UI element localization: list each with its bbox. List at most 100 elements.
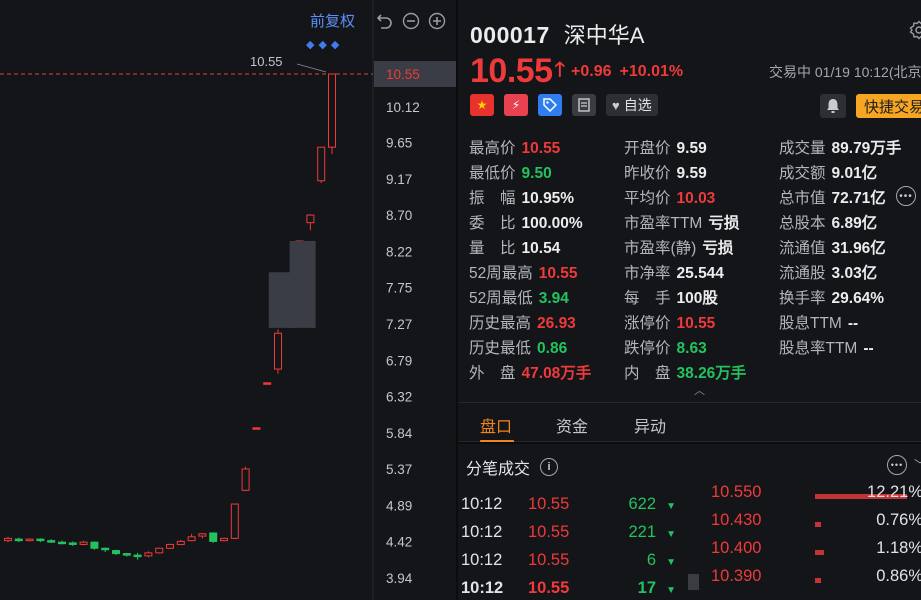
- stat-item: 最高价 10.55: [469, 136, 560, 158]
- distribution-bar: [815, 578, 821, 583]
- tag-row: ★ ⚡ ♥ 自选: [470, 94, 658, 116]
- alert-bell-icon[interactable]: [820, 94, 846, 118]
- candle-body: [263, 382, 272, 385]
- price-axis-tick: 5.84: [386, 426, 413, 441]
- candle-body: [176, 540, 185, 545]
- price-change: +0.96: [571, 62, 612, 80]
- stat-value: 10.54: [521, 240, 561, 257]
- stat-item: 52周最高 10.55: [469, 261, 578, 283]
- stat-value: 3.03亿: [831, 265, 878, 282]
- scrollbar-thumb[interactable]: [688, 574, 699, 590]
- candle-body: [36, 538, 45, 542]
- tick-row[interactable]: 10:12 10.55 622 ▼: [458, 495, 688, 523]
- stat-value: 38.26万手: [676, 365, 747, 382]
- tick-time: 10:12: [461, 495, 503, 513]
- tick-more-icon[interactable]: •••: [887, 455, 907, 475]
- tick-row[interactable]: 10:12 10.55 17 ▼: [458, 579, 688, 600]
- stock-name: 深中华A: [563, 23, 645, 48]
- stat-item: 量 比 10.54: [469, 236, 560, 258]
- stat-item: 开盘价 9.59: [624, 136, 707, 158]
- price-axis-tick: 10.12: [386, 100, 420, 115]
- candle-body: [14, 538, 23, 542]
- collapse-chevron-icon[interactable]: ︿: [694, 382, 705, 398]
- tick-row[interactable]: 10:12 10.55 6 ▼: [458, 551, 688, 579]
- stat-label: 换手率: [779, 290, 826, 307]
- tick-row[interactable]: 10:12 10.55 221 ▼: [458, 523, 688, 551]
- stat-label: 流通股: [779, 265, 826, 282]
- kline-chart[interactable]: 10.55 10.12 9.65 9.17 8.70 8.22 7.75 7.27 6.79 6.…: [0, 0, 456, 600]
- sell-direction-icon: ▼: [666, 501, 676, 512]
- tick-volume: 221: [628, 523, 656, 541]
- distribution-bar: [815, 522, 821, 527]
- tick-price: 10.55: [528, 473, 569, 478]
- price-distribution-row[interactable]: 10.430 0.76%: [706, 511, 921, 539]
- favorite-label: 自选: [623, 97, 652, 113]
- stat-label: 最低价: [469, 165, 516, 182]
- stat-label: 内 盘: [624, 365, 671, 382]
- price-distribution-row[interactable]: 10.400 1.18%: [706, 539, 921, 567]
- stat-label: 最高价: [469, 140, 516, 157]
- stat-label: 股息TTM: [779, 315, 842, 332]
- arrow-up-icon: 🡑: [554, 58, 565, 81]
- sell-direction-icon: ▼: [666, 585, 676, 596]
- candle-body: [252, 427, 261, 430]
- candle-body: [90, 541, 99, 549]
- more-options-icon[interactable]: •••: [896, 186, 916, 206]
- tick-time: 10:12: [461, 551, 503, 569]
- tick-time: 10:12: [461, 523, 503, 541]
- candle-body: [155, 547, 164, 554]
- event-dots-icon[interactable]: ◆◆◆: [306, 38, 343, 51]
- candle-body: [328, 73, 336, 148]
- stat-label: 总股本: [779, 215, 826, 232]
- zoom-out-icon[interactable]: [401, 11, 421, 31]
- stat-label: 开盘价: [624, 140, 671, 157]
- candle-body: [230, 503, 239, 539]
- stat-value: 9.50: [521, 165, 552, 182]
- quick-trade-button[interactable]: 快捷交易: [856, 94, 921, 118]
- tab-anomaly[interactable]: 异动: [634, 413, 666, 437]
- stat-value: 8.63: [676, 340, 707, 357]
- candle-body: [4, 537, 12, 542]
- stat-item: 股息TTM --: [779, 311, 858, 333]
- stat-label: 委 比: [469, 215, 516, 232]
- tick-trades-list[interactable]: 10:12 10.55 72 ▼ 10:12 10.55 622 ▼ 10:12 10.55 221…: [458, 473, 688, 600]
- zoom-in-icon[interactable]: [427, 11, 447, 31]
- stat-value: 亏损: [702, 240, 734, 257]
- flash-icon[interactable]: ⚡: [504, 94, 528, 116]
- tag-label-icon[interactable]: [538, 94, 562, 116]
- kline-chart-panel[interactable]: 10.55 10.12 9.65 9.17 8.70 8.22 7.75 7.27 6.79 6.…: [0, 0, 456, 600]
- stock-header: 000017 深中华A: [470, 18, 644, 50]
- tab-order-book[interactable]: 盘口: [480, 413, 512, 437]
- stat-item: 历史最低 0.86: [469, 336, 567, 358]
- distribution-bar: [815, 550, 824, 555]
- tick-price: 10.55: [528, 551, 570, 569]
- candle-body: [274, 332, 282, 370]
- stat-value: 9.59: [676, 165, 707, 182]
- expand-chevron-icon[interactable]: ﹀: [914, 456, 921, 473]
- stat-item: 最低价 9.50: [469, 161, 552, 183]
- stat-item: 平均价 10.03: [624, 186, 715, 208]
- candle-body: [79, 541, 88, 545]
- add-favorite-button[interactable]: ♥ 自选: [606, 94, 658, 116]
- tab-fund-flow[interactable]: 资金: [556, 413, 588, 437]
- price-distribution-row[interactable]: 10.550 12.21%: [706, 483, 921, 511]
- high-marker-label: 10.55: [250, 54, 283, 69]
- stat-value: 10.55: [676, 315, 716, 332]
- price-distribution-row[interactable]: 10.390 0.86%: [706, 567, 921, 595]
- distribution-price: 10.430: [711, 511, 762, 529]
- adjust-mode-button[interactable]: 前复权: [310, 10, 355, 31]
- stat-label: 涨停价: [624, 315, 671, 332]
- distribution-percent: 0.86%: [876, 567, 921, 585]
- stat-value: 29.64%: [831, 290, 885, 307]
- tick-row[interactable]: 10:12 10.55 72 ▼: [458, 473, 688, 487]
- settings-icon[interactable]: [909, 20, 921, 45]
- stat-value: 0.86: [537, 340, 568, 357]
- candle-body: [209, 532, 218, 542]
- stat-item: 股息率TTM --: [779, 336, 874, 358]
- stat-label: 历史最高: [469, 315, 532, 332]
- stat-label: 历史最低: [469, 340, 532, 357]
- stat-value: --: [847, 315, 859, 332]
- price-axis-tick: 10.55: [386, 67, 420, 82]
- document-icon[interactable]: [572, 94, 596, 116]
- undo-icon[interactable]: [375, 11, 395, 31]
